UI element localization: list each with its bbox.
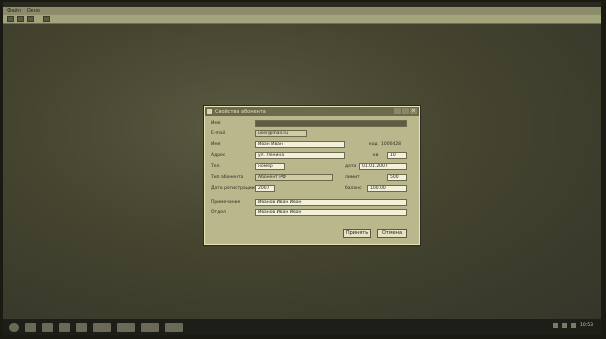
ok-button[interactable]: Принять (343, 229, 371, 238)
label-phone: Тел. (211, 164, 221, 169)
subscriber-dialog: Свойства абонента × Имя E-mail user@mail… (204, 106, 420, 245)
dept-field[interactable]: Иванов Иван Иван (255, 209, 407, 216)
apt-field[interactable]: 10 (387, 152, 407, 159)
browser-icon[interactable] (25, 322, 36, 332)
label-regdate: Дата регистрации (211, 186, 255, 191)
label-code: код (369, 142, 378, 147)
dialog-app-icon (207, 109, 212, 114)
network-icon[interactable] (553, 323, 559, 328)
toolbar-save-icon[interactable] (27, 16, 34, 22)
code-value: 1000428 (381, 142, 402, 147)
balance-field[interactable]: 100.00 (367, 185, 407, 192)
name-field[interactable] (255, 120, 407, 127)
fullname-field[interactable]: Иван Иван (255, 141, 345, 148)
toolbar-print-icon[interactable] (43, 16, 50, 22)
cancel-button[interactable]: Отмена (377, 229, 407, 238)
email-field[interactable]: user@mail.ru (255, 130, 307, 137)
label-date: дата (345, 164, 357, 169)
close-icon[interactable]: × (410, 108, 417, 114)
label-email: E-mail (211, 131, 226, 136)
address-field[interactable]: ул. Ленина (255, 152, 345, 159)
note-field[interactable]: Иванов Иван Иван (255, 199, 407, 206)
label-apt: кв (373, 153, 379, 158)
maximize-icon[interactable] (402, 108, 409, 114)
label-fullname: Имя (211, 142, 221, 147)
label-address: Адрес (211, 153, 226, 158)
label-note: Примечание (211, 200, 241, 205)
taskbar: 10:53 (3, 319, 601, 335)
media-icon[interactable] (59, 322, 70, 332)
task-app-3[interactable] (141, 322, 159, 332)
toolbar-open-icon[interactable] (17, 16, 24, 22)
menu-bar: Файл Окно (3, 7, 601, 15)
type-select[interactable]: Абонент РФ (255, 174, 333, 181)
label-dept: Отдел (211, 210, 226, 215)
label-name: Имя (211, 121, 221, 126)
toolbar-new-icon[interactable] (7, 16, 14, 22)
limit-field[interactable]: 500 (387, 174, 407, 181)
dialog-title-bar[interactable]: Свойства абонента × (205, 107, 419, 116)
menu-window[interactable]: Окно (27, 8, 40, 14)
phone-field[interactable]: номер (255, 163, 285, 170)
label-type: Тип абонента (211, 175, 244, 180)
monitor-screen: Файл Окно Свойства абонента × Имя E-mail… (3, 2, 601, 335)
system-tray: 10:53 (553, 323, 593, 328)
task-app-2[interactable] (117, 322, 135, 332)
flag-icon[interactable] (571, 323, 577, 328)
dialog-title: Свойства абонента (215, 108, 266, 115)
task-app-4[interactable] (165, 322, 183, 332)
app-icon[interactable] (76, 322, 87, 332)
minimize-icon[interactable] (394, 108, 401, 114)
start-icon[interactable] (9, 322, 19, 332)
clock[interactable]: 10:53 (580, 323, 593, 328)
label-balance: баланс (345, 186, 362, 191)
volume-icon[interactable] (562, 323, 568, 328)
label-limit: лимит (345, 175, 360, 180)
toolbar (3, 15, 601, 24)
date-field[interactable]: 01.01.2007 (359, 163, 407, 170)
menu-file[interactable]: Файл (7, 8, 21, 14)
task-app-1[interactable] (93, 322, 111, 332)
folder-icon[interactable] (42, 322, 53, 332)
regdate-field[interactable]: 2007 (255, 185, 275, 192)
